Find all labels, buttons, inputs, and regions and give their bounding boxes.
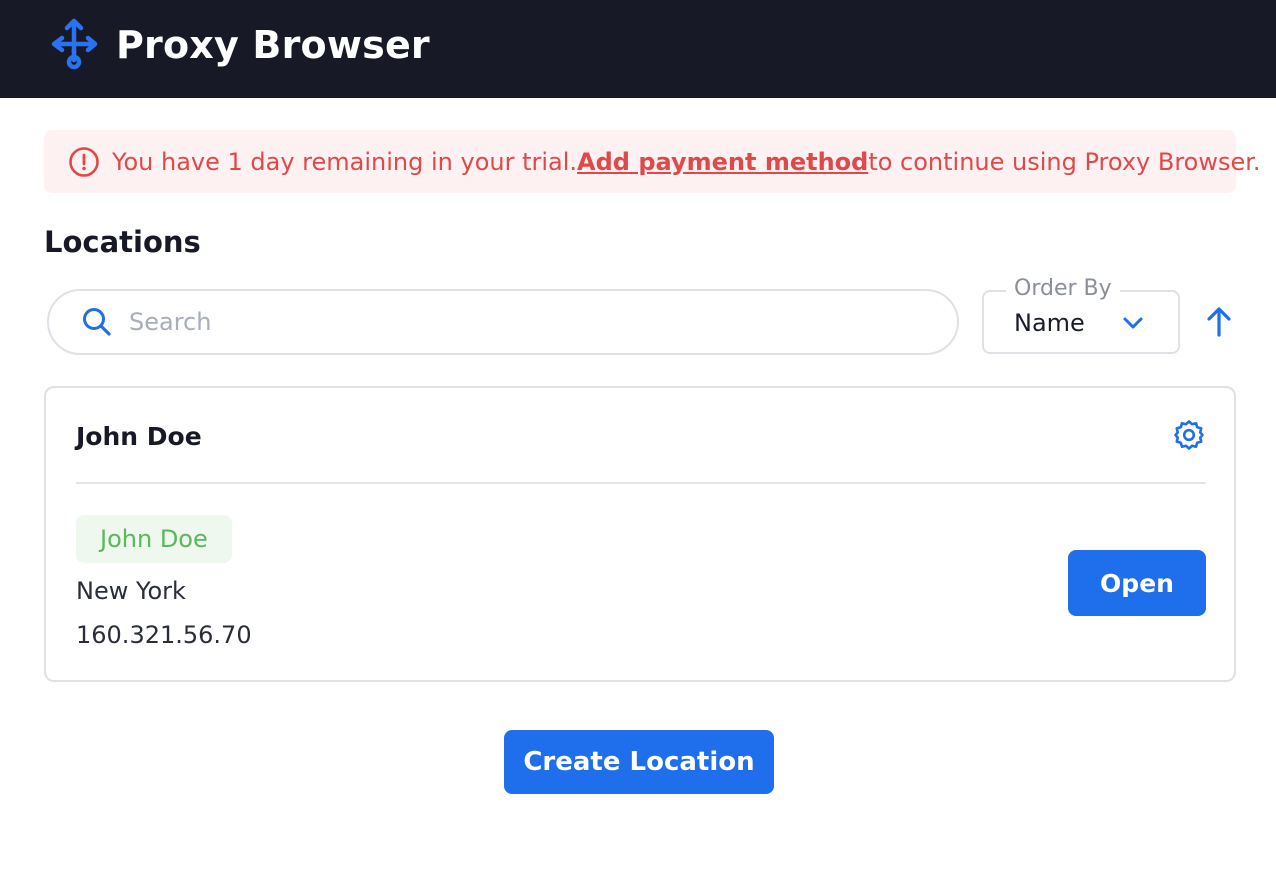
card-divider <box>76 482 1206 484</box>
search-icon <box>83 308 111 336</box>
order-by-label: Order By <box>1006 274 1120 304</box>
order-by-value: Name <box>1014 309 1085 337</box>
banner-text-suffix: to continue using Proxy Browser. <box>868 147 1261 176</box>
location-card: John Doe John Doe New York 160.321.56.70… <box>44 386 1236 682</box>
add-payment-link[interactable]: Add payment method <box>577 148 868 176</box>
location-tag: John Doe <box>76 515 232 563</box>
app-title: Proxy Browser <box>116 23 430 67</box>
gear-icon[interactable] <box>1172 418 1206 452</box>
location-card-title: John Doe <box>76 422 202 451</box>
order-by-select[interactable]: Order By Name <box>982 274 1180 354</box>
create-location-button[interactable]: Create Location <box>504 730 774 794</box>
section-title: Locations <box>44 225 201 259</box>
alert-circle-icon <box>69 146 99 177</box>
trial-banner: You have 1 day remaining in your trial. … <box>44 130 1261 193</box>
search-input[interactable] <box>129 308 909 336</box>
open-button[interactable]: Open <box>1068 550 1206 616</box>
location-ip: 160.321.56.70 <box>76 621 252 649</box>
app-header: Proxy Browser <box>0 0 1276 98</box>
location-city: New York <box>76 577 186 605</box>
network-fork-icon <box>51 18 98 70</box>
chevron-down-icon <box>1123 317 1143 329</box>
arrow-up-icon[interactable] <box>1202 304 1236 340</box>
search-box[interactable] <box>47 289 959 355</box>
banner-text-prefix: You have 1 day remaining in your trial. <box>112 147 578 176</box>
